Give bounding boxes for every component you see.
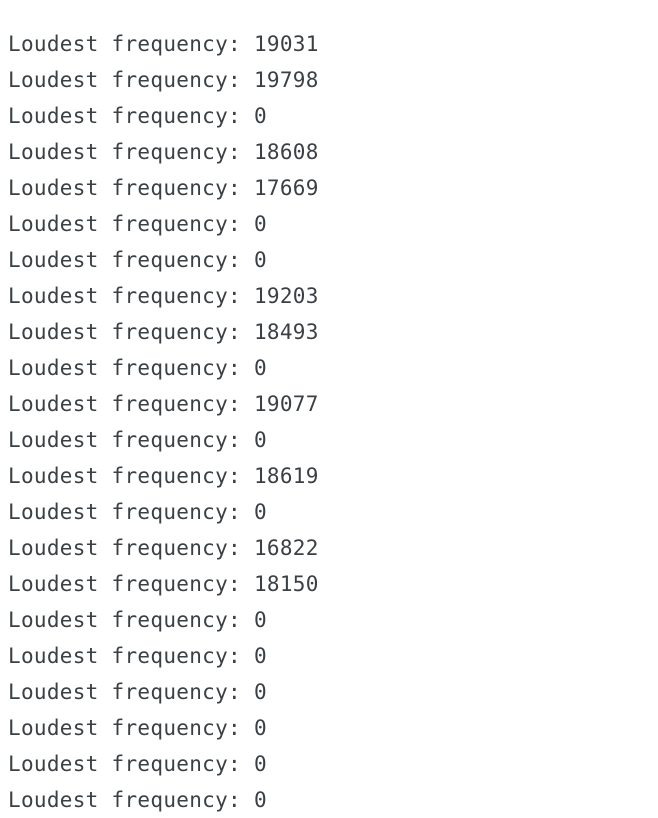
log-line-value: 18493 [253, 320, 319, 344]
log-line-value: 0 [253, 752, 267, 776]
log-line: Loudest frequency: 0 [8, 206, 648, 242]
log-line: Loudest frequency: 0 [8, 782, 648, 818]
log-line-prefix: Loudest frequency: [8, 608, 241, 632]
log-line-value: 0 [253, 716, 267, 740]
log-line: Loudest frequency: 0 [8, 494, 648, 530]
log-line: Loudest frequency: 18619 [8, 458, 648, 494]
log-line-prefix: Loudest frequency: [8, 140, 241, 164]
log-line-prefix: Loudest frequency: [8, 248, 241, 272]
log-line-value: 0 [253, 500, 267, 524]
log-line: Loudest frequency: 0 [8, 602, 648, 638]
log-line: Loudest frequency: 19077 [8, 386, 648, 422]
log-line-prefix: Loudest frequency: [8, 104, 241, 128]
log-line: Loudest frequency: 0 [8, 710, 648, 746]
log-line: Loudest frequency: 0 [8, 350, 648, 386]
log-line: Loudest frequency: 0 [8, 746, 648, 782]
log-line: Loudest frequency: 18608 [8, 134, 648, 170]
partially-visible-line [8, 0, 648, 26]
log-line-prefix: Loudest frequency: [8, 572, 241, 596]
log-line-value: 0 [253, 104, 267, 128]
log-line-value: 0 [253, 356, 267, 380]
log-line-prefix: Loudest frequency: [8, 68, 241, 92]
log-line: Loudest frequency: 19203 [8, 278, 648, 314]
log-line-value: 0 [253, 644, 267, 668]
log-line-value: 17669 [253, 176, 319, 200]
log-line: Loudest frequency: 18150 [8, 566, 648, 602]
log-line-prefix: Loudest frequency: [8, 428, 241, 452]
log-line-value: 0 [253, 428, 267, 452]
log-line: Loudest frequency: 19031 [8, 26, 648, 62]
log-line: Loudest frequency: 0 [8, 98, 648, 134]
log-line: Loudest frequency: 0 [8, 674, 648, 710]
log-line-value: 18619 [253, 464, 319, 488]
log-line-value: 18608 [253, 140, 319, 164]
log-line-prefix: Loudest frequency: [8, 32, 241, 56]
log-line: Loudest frequency: 18493 [8, 314, 648, 350]
log-line-prefix: Loudest frequency: [8, 644, 241, 668]
log-line-prefix: Loudest frequency: [8, 212, 241, 236]
log-line-value: 0 [253, 608, 267, 632]
log-line: Loudest frequency: 0 [8, 638, 648, 674]
log-line: Loudest frequency: 0 [8, 422, 648, 458]
log-line-value: 18150 [253, 572, 319, 596]
log-line-value: 19203 [253, 284, 319, 308]
log-line: Loudest frequency: 19798 [8, 62, 648, 98]
log-line-prefix: Loudest frequency: [8, 680, 241, 704]
log-line: Loudest frequency: 0 [8, 242, 648, 278]
log-line-value: 0 [253, 248, 267, 272]
log-line-value: 16822 [253, 536, 319, 560]
log-line-prefix: Loudest frequency: [8, 176, 241, 200]
log-line-prefix: Loudest frequency: [8, 464, 241, 488]
log-line-prefix: Loudest frequency: [8, 284, 241, 308]
log-line-prefix: Loudest frequency: [8, 320, 241, 344]
log-line: Loudest frequency: 16822 [8, 530, 648, 566]
console-output: Loudest frequency: 19031 Loudest frequenc… [8, 0, 648, 818]
log-line-value: 0 [253, 680, 267, 704]
log-line-prefix: Loudest frequency: [8, 392, 241, 416]
log-line-value: 19077 [253, 392, 319, 416]
log-line-prefix: Loudest frequency: [8, 716, 241, 740]
log-line-value: 0 [253, 212, 267, 236]
log-line-prefix: Loudest frequency: [8, 500, 241, 524]
log-line-prefix: Loudest frequency: [8, 536, 241, 560]
log-line-prefix: Loudest frequency: [8, 752, 241, 776]
log-line: Loudest frequency: 17669 [8, 170, 648, 206]
log-lines: Loudest frequency: 19031 Loudest frequenc… [8, 26, 648, 818]
log-line-value: 19798 [253, 68, 319, 92]
log-line-value: 19031 [253, 32, 319, 56]
log-line-prefix: Loudest frequency: [8, 356, 241, 380]
